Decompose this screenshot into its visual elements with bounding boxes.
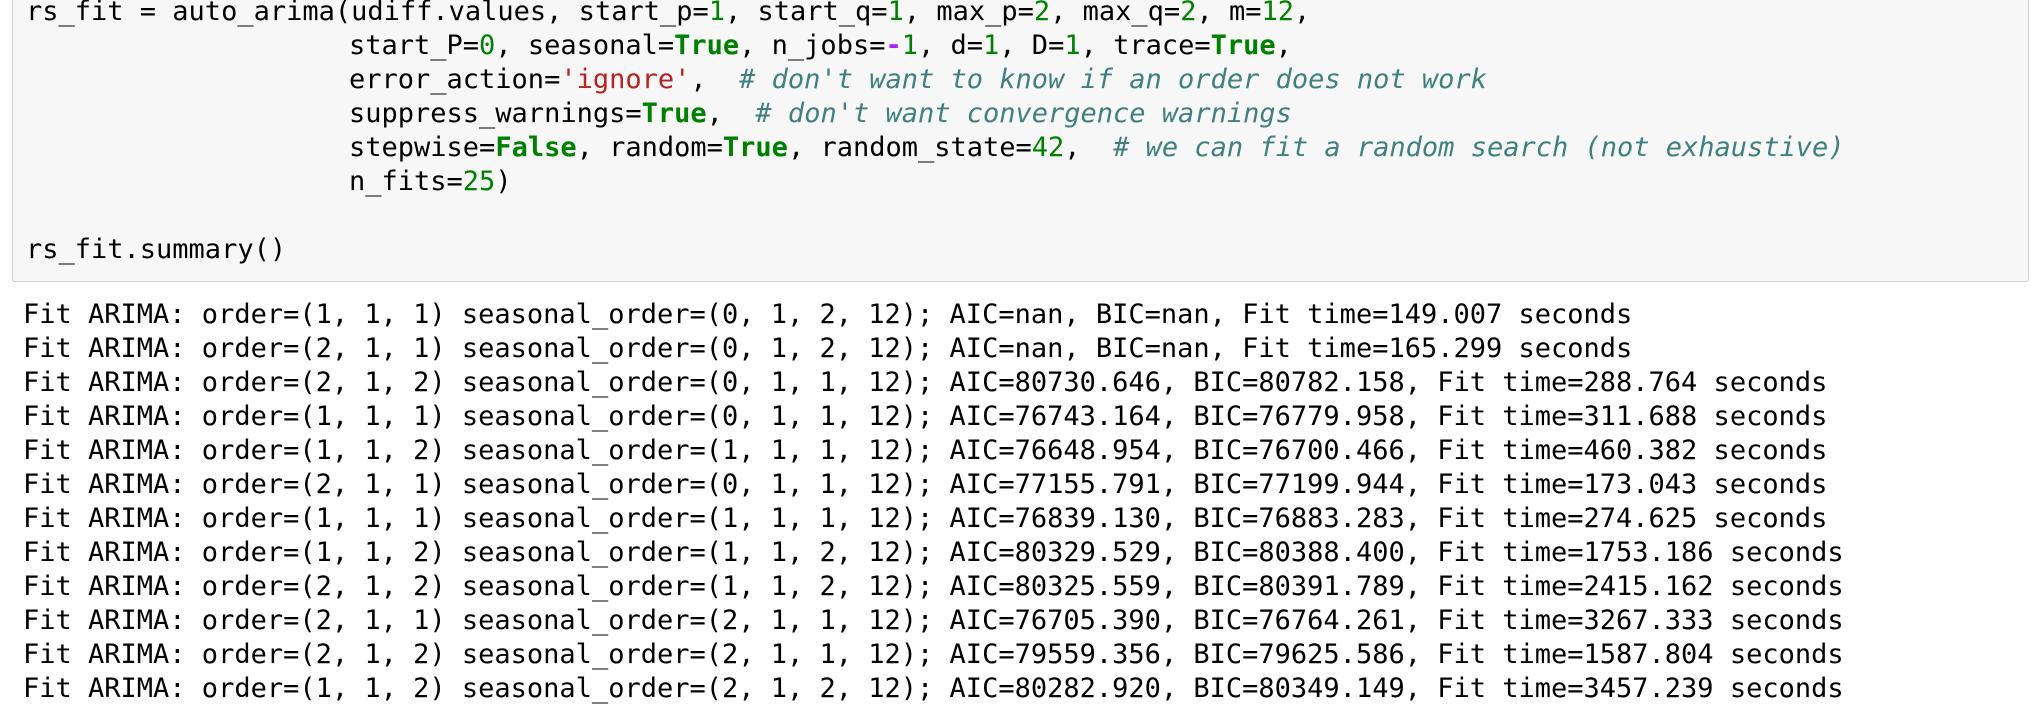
code-number: 1 — [708, 0, 725, 27]
code-line-5: stepwise=False, random=True, random_stat… — [26, 131, 1845, 165]
output-line: Fit ARIMA: order=(2, 1, 2) seasonal_orde… — [23, 571, 1844, 602]
code-token: error_action= — [349, 64, 561, 95]
code-token: , start_q= — [725, 0, 888, 27]
code-token: , D= — [999, 30, 1065, 61]
output-line: Fit ARIMA: order=(2, 1, 1) seasonal_orde… — [23, 469, 1828, 500]
code-token: , n_jobs= — [739, 30, 886, 61]
code-token: , seasonal= — [495, 30, 675, 61]
code-number: 1 — [901, 30, 918, 61]
code-string: 'ignore' — [560, 64, 691, 95]
code-token: rs_fit = auto_arima(udiff.values, start_… — [26, 0, 709, 27]
code-number: 12 — [1261, 0, 1294, 27]
code-token: start_P= — [349, 30, 480, 61]
cell-output: Fit ARIMA: order=(1, 1, 1) seasonal_orde… — [23, 298, 1844, 706]
code-number: 0 — [479, 30, 496, 61]
code-line-1: rs_fit = auto_arima(udiff.values, start_… — [26, 0, 1845, 29]
code-token: , max_p= — [903, 0, 1034, 27]
code-line-4: suppress_warnings=True, # don't want con… — [26, 97, 1845, 131]
code-token: , — [1064, 132, 1114, 163]
code-number: 2 — [1180, 0, 1197, 27]
code-input-cell[interactable]: rs_fit = auto_arima(udiff.values, start_… — [12, 0, 2029, 282]
code-token: , random= — [576, 132, 723, 163]
code-operator: - — [885, 30, 902, 61]
output-line: Fit ARIMA: order=(1, 1, 1) seasonal_orde… — [23, 299, 1633, 330]
output-line: Fit ARIMA: order=(1, 1, 2) seasonal_orde… — [23, 435, 1828, 466]
code-keyword: True — [641, 98, 707, 129]
code-token: , trace= — [1080, 30, 1211, 61]
code-token: stepwise= — [349, 132, 496, 163]
code-line-2: start_P=0, seasonal=True, n_jobs=-1, d=1… — [26, 29, 1845, 63]
code-line-8: rs_fit.summary() — [26, 234, 287, 265]
code-keyword: True — [722, 132, 788, 163]
code-keyword: True — [674, 30, 740, 61]
code-number: 1 — [983, 30, 1000, 61]
code-comment: # don't want convergence warnings — [755, 98, 1292, 129]
code-token: , d= — [918, 30, 984, 61]
code-line-3: error_action='ignore', # don't want to k… — [26, 63, 1845, 97]
output-line: Fit ARIMA: order=(2, 1, 1) seasonal_orde… — [23, 333, 1633, 364]
output-line: Fit ARIMA: order=(1, 1, 1) seasonal_orde… — [23, 401, 1828, 432]
code-comment: # don't want to know if an order does no… — [739, 64, 1487, 95]
code-token: suppress_warnings= — [349, 98, 642, 129]
code-token: , random_state= — [787, 132, 1032, 163]
code-number: 1 — [1064, 30, 1081, 61]
code-token: , — [1275, 30, 1292, 61]
code-token: , — [706, 98, 756, 129]
output-line: Fit ARIMA: order=(1, 1, 2) seasonal_orde… — [23, 537, 1844, 568]
output-line: Fit ARIMA: order=(2, 1, 2) seasonal_orde… — [23, 639, 1844, 670]
code-editor[interactable]: rs_fit = auto_arima(udiff.values, start_… — [26, 0, 1845, 267]
code-token: , — [1294, 0, 1311, 27]
code-number: 2 — [1033, 0, 1051, 27]
code-keyword: True — [1210, 30, 1276, 61]
code-line-6: n_fits=25) — [26, 165, 1845, 199]
code-number: 42 — [1031, 132, 1065, 163]
output-line: Fit ARIMA: order=(1, 1, 2) seasonal_orde… — [23, 673, 1844, 704]
code-token: , — [690, 64, 740, 95]
output-line: Fit ARIMA: order=(2, 1, 1) seasonal_orde… — [23, 605, 1844, 636]
code-token: , max_q= — [1050, 0, 1181, 27]
code-number: 25 — [462, 166, 496, 197]
code-comment: # we can fit a random search (not exhaus… — [1113, 132, 1845, 163]
output-line: Fit ARIMA: order=(1, 1, 1) seasonal_orde… — [23, 503, 1828, 534]
code-keyword: False — [495, 132, 577, 163]
code-token: , m= — [1196, 0, 1262, 27]
code-number: 1 — [887, 0, 904, 27]
code-token: n_fits= — [349, 166, 463, 197]
code-token: ) — [495, 166, 512, 197]
output-line: Fit ARIMA: order=(2, 1, 2) seasonal_orde… — [23, 367, 1828, 398]
